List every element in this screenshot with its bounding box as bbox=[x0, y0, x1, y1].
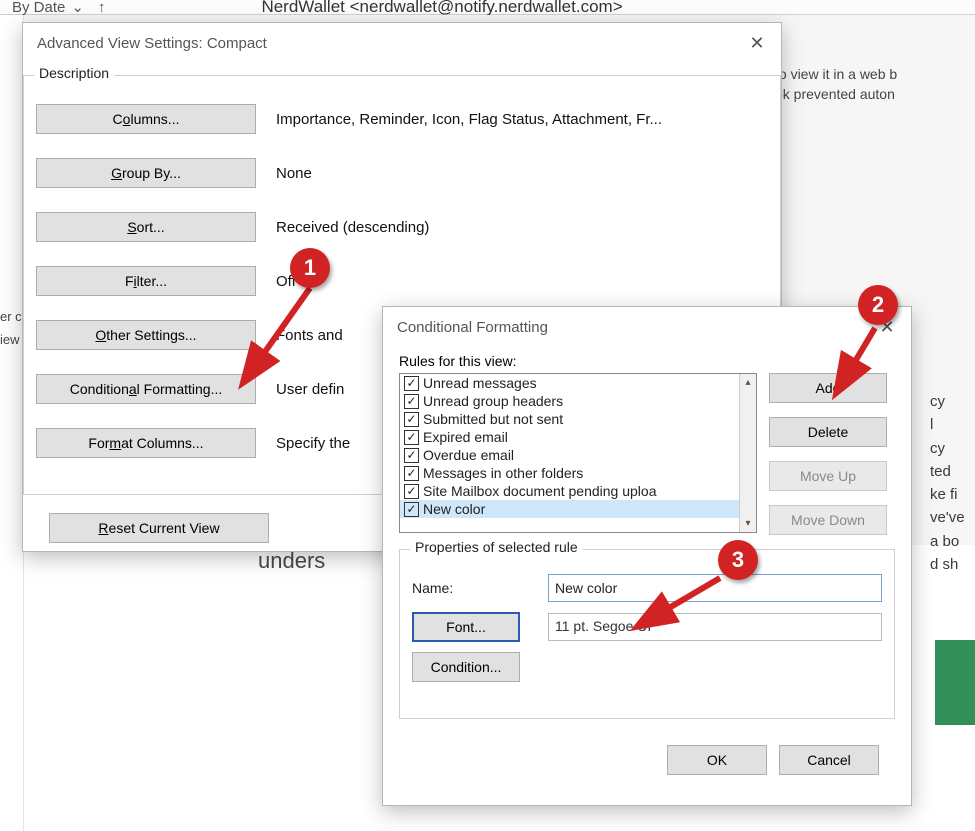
checkbox-icon[interactable]: ✓ bbox=[404, 430, 419, 445]
name-label: Name: bbox=[412, 580, 532, 596]
list-item-selected[interactable]: ✓New color bbox=[400, 500, 739, 518]
checkbox-icon[interactable]: ✓ bbox=[404, 484, 419, 499]
group-by-value: None bbox=[276, 165, 312, 182]
reset-current-view-button[interactable]: Reset Current View bbox=[49, 513, 269, 543]
outlook-toolbar-fragment: By Date ⌄ ↑ NerdWallet <nerdwallet@notif… bbox=[0, 0, 975, 15]
right-text-fragment: cy l cy ted ke fi ve've a bo d sh ur bbox=[930, 390, 975, 495]
other-settings-value: Fonts and bbox=[276, 327, 343, 344]
preview-message-fragment: to view it in a web b ok prevented auton bbox=[775, 65, 975, 135]
font-button[interactable]: Font... bbox=[412, 612, 520, 642]
chevron-down-icon: ⌄ bbox=[71, 0, 84, 16]
sort-by-date[interactable]: By Date bbox=[12, 0, 65, 16]
left-edge-fragment: er c iew bbox=[0, 15, 24, 831]
sort-button[interactable]: Sort... bbox=[36, 212, 256, 242]
callout-3: 3 bbox=[718, 540, 758, 580]
checkbox-icon[interactable]: ✓ bbox=[404, 448, 419, 463]
other-settings-button[interactable]: Other Settings... bbox=[36, 320, 256, 350]
callout-2: 2 bbox=[858, 285, 898, 325]
msg-line-2: ok prevented auton bbox=[775, 85, 975, 105]
condition-button[interactable]: Condition... bbox=[412, 652, 520, 682]
rules-listbox[interactable]: ✓Unread messages ✓Unread group headers ✓… bbox=[399, 373, 757, 533]
scroll-up-icon[interactable]: ▴ bbox=[740, 374, 756, 391]
msg-line-1: to view it in a web b bbox=[775, 65, 975, 85]
rule-name-input[interactable] bbox=[548, 574, 882, 602]
rules-label: Rules for this view: bbox=[399, 353, 895, 369]
move-down-button: Move Down bbox=[769, 505, 887, 535]
checkbox-icon[interactable]: ✓ bbox=[404, 412, 419, 427]
conditional-formatting-button[interactable]: Conditional Formatting... bbox=[36, 374, 256, 404]
dlg1-title: Advanced View Settings: Compact bbox=[37, 35, 267, 52]
ok-button[interactable]: OK bbox=[667, 745, 767, 775]
columns-button[interactable]: Columns... bbox=[36, 104, 256, 134]
delete-button[interactable]: Delete bbox=[769, 417, 887, 447]
properties-group-label: Properties of selected rule bbox=[410, 539, 583, 555]
side-text-1: er c bbox=[0, 305, 23, 328]
side-text-2: iew bbox=[0, 328, 23, 351]
checkbox-icon[interactable]: ✓ bbox=[404, 376, 419, 391]
list-item[interactable]: ✓Overdue email bbox=[400, 446, 739, 464]
move-up-button: Move Up bbox=[769, 461, 887, 491]
scroll-down-icon[interactable]: ▾ bbox=[740, 515, 756, 532]
close-icon[interactable]: ✕ bbox=[743, 29, 771, 57]
conditional-formatting-value: User defin bbox=[276, 381, 344, 398]
cancel-button[interactable]: Cancel bbox=[779, 745, 879, 775]
callout-1: 1 bbox=[290, 248, 330, 288]
scrollbar[interactable]: ▴ ▾ bbox=[739, 374, 756, 532]
format-columns-value: Specify the bbox=[276, 435, 350, 452]
conditional-formatting-dialog: Conditional Formatting ✕ Rules for this … bbox=[382, 306, 912, 806]
sort-value: Received (descending) bbox=[276, 219, 429, 236]
list-item[interactable]: ✓Submitted but not sent bbox=[400, 410, 739, 428]
list-item[interactable]: ✓Unread group headers bbox=[400, 392, 739, 410]
checkbox-icon[interactable]: ✓ bbox=[404, 502, 419, 517]
add-button[interactable]: Add bbox=[769, 373, 887, 403]
columns-value: Importance, Reminder, Icon, Flag Status,… bbox=[276, 111, 662, 128]
list-item[interactable]: ✓Expired email bbox=[400, 428, 739, 446]
font-description: 11 pt. Segoe UI bbox=[548, 613, 882, 641]
filter-button[interactable]: Filter... bbox=[36, 266, 256, 296]
dlg2-title: Conditional Formatting bbox=[397, 319, 548, 336]
green-panel-fragment bbox=[935, 640, 975, 725]
format-columns-button[interactable]: Format Columns... bbox=[36, 428, 256, 458]
list-item[interactable]: ✓Messages in other folders bbox=[400, 464, 739, 482]
list-item[interactable]: ✓Unread messages bbox=[400, 374, 739, 392]
description-group-label: Description bbox=[34, 65, 114, 81]
arrow-up-icon: ↑ bbox=[98, 0, 106, 16]
checkbox-icon[interactable]: ✓ bbox=[404, 466, 419, 481]
checkbox-icon[interactable]: ✓ bbox=[404, 394, 419, 409]
list-item[interactable]: ✓Site Mailbox document pending uploa bbox=[400, 482, 739, 500]
group-by-button[interactable]: Group By... bbox=[36, 158, 256, 188]
